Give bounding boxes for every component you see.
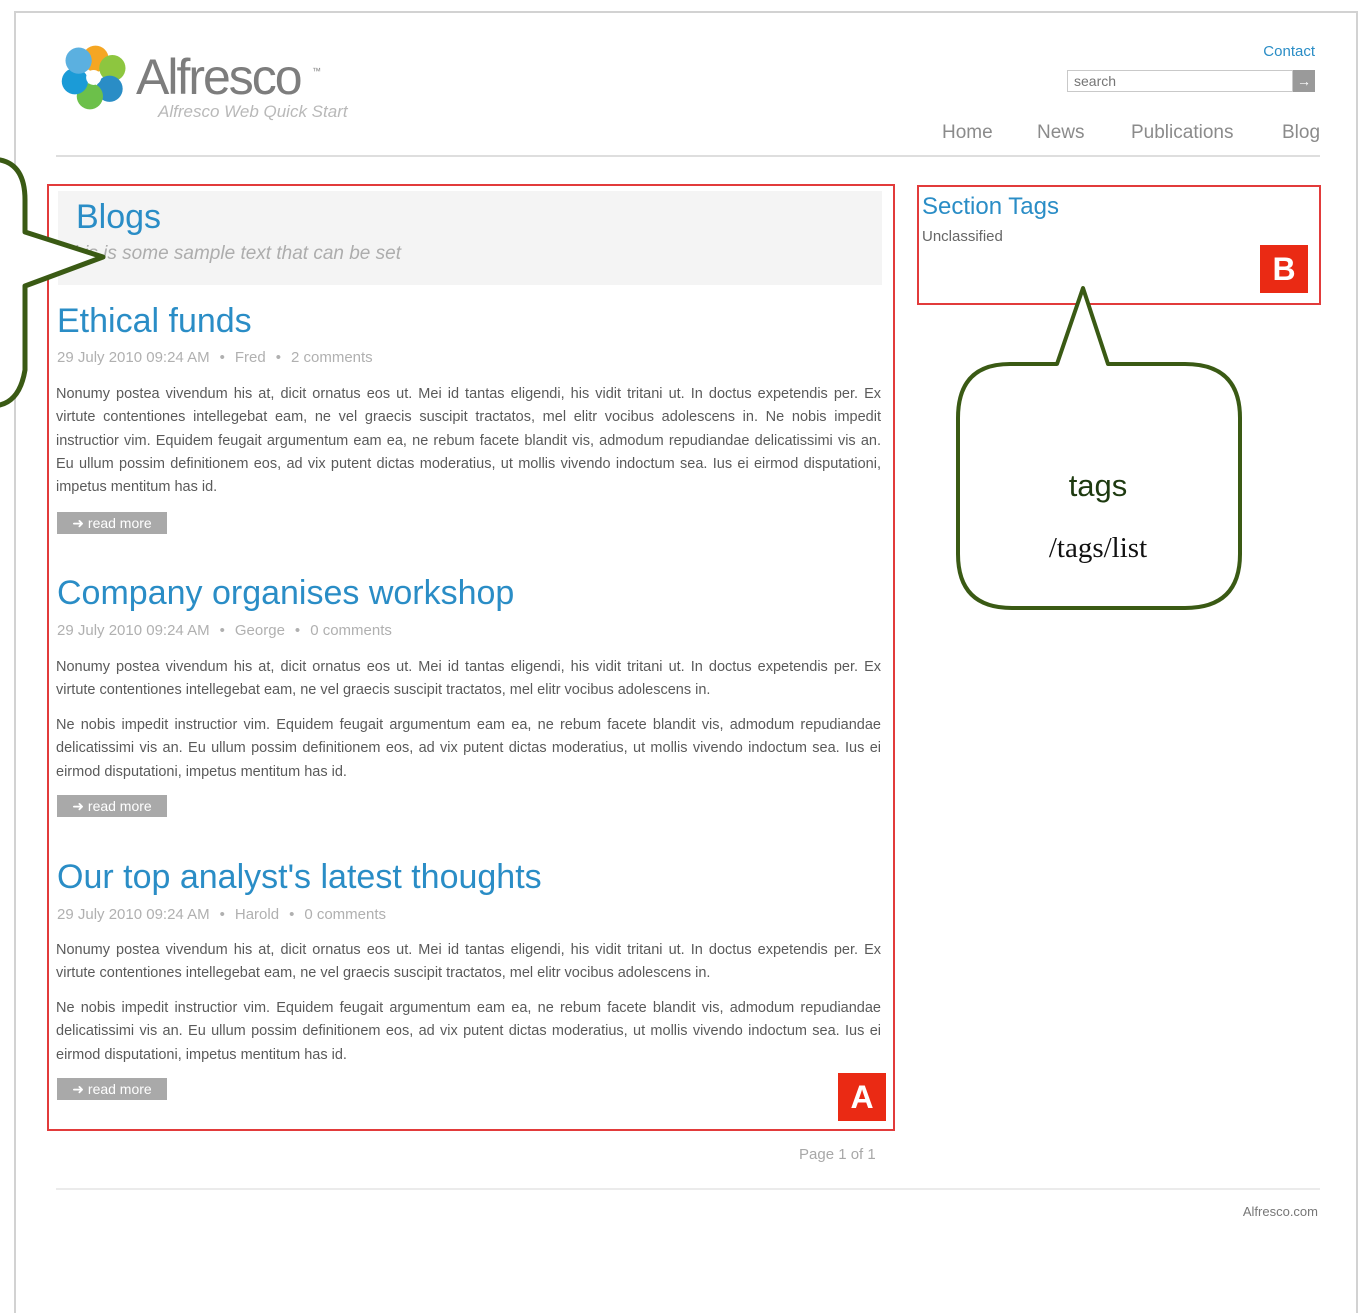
callout-label: tags: [1068, 468, 1128, 503]
callout-shapes: [0, 157, 1242, 610]
left-callout-bubble: [0, 157, 106, 408]
footer-link[interactable]: Alfresco.com: [1243, 1204, 1318, 1219]
callout-path: /tags/list: [1048, 532, 1148, 564]
footer-divider: [56, 1188, 1320, 1190]
